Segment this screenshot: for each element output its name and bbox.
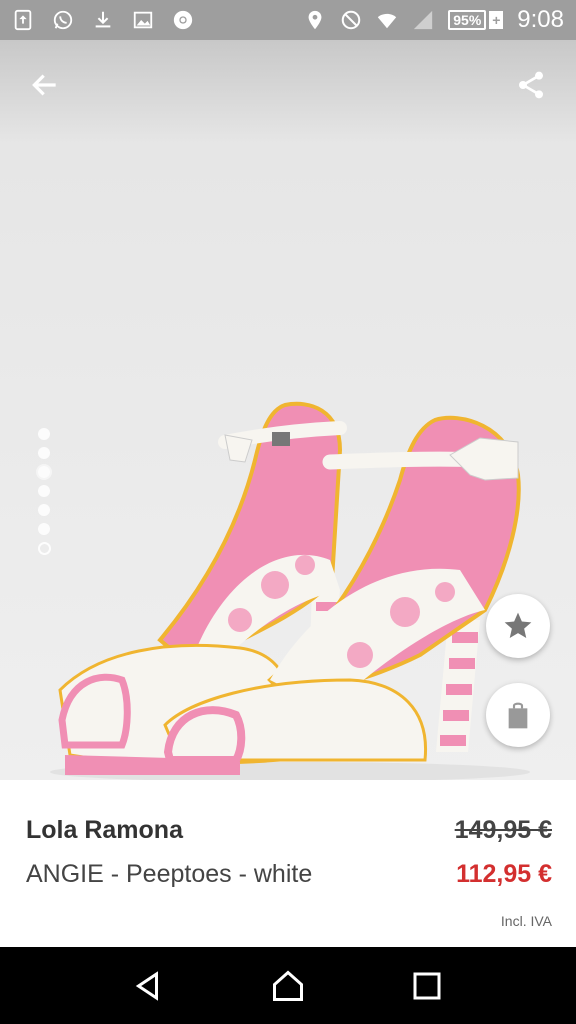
original-price: 149,95 € [454, 816, 552, 844]
pager-dot[interactable] [38, 504, 50, 516]
battery-indicator: 95% + [448, 10, 504, 30]
system-navigation-bar [0, 947, 576, 1024]
nav-back-button[interactable] [119, 956, 179, 1016]
image-pager[interactable] [38, 428, 51, 555]
product-name: ANGIE - Peeptoes - white [26, 860, 313, 888]
charging-icon: + [489, 11, 504, 29]
arrow-left-icon [32, 74, 56, 96]
wifi-icon [376, 9, 398, 31]
pager-dot-video[interactable] [38, 542, 51, 555]
notification-icons [12, 9, 194, 31]
nav-home-button[interactable] [258, 956, 318, 1016]
pager-dot[interactable] [38, 447, 50, 459]
nav-recents-button[interactable] [397, 956, 457, 1016]
shopping-bag-icon [508, 702, 528, 729]
home-icon [272, 969, 303, 1001]
location-icon [304, 9, 326, 31]
product-info-panel: Lola Ramona ANGIE - Peeptoes - white 149… [0, 780, 576, 947]
share-icon [519, 71, 543, 99]
system-icons: 95% + 9:08 [304, 6, 564, 34]
chrome-icon [172, 9, 194, 31]
wishlist-button[interactable] [486, 594, 550, 658]
no-disturb-icon [340, 9, 362, 31]
pager-dot[interactable] [38, 428, 50, 440]
signal-icon [412, 9, 434, 31]
recents-icon [413, 972, 441, 999]
pager-dot-active[interactable] [38, 466, 50, 478]
clock: 9:08 [517, 6, 564, 33]
star-icon [504, 612, 532, 638]
back-triangle-icon [136, 970, 159, 1001]
gallery-icon [132, 9, 154, 31]
product-image-gallery[interactable] [0, 40, 576, 780]
sale-price: 112,95 € [456, 860, 552, 888]
add-to-cart-button[interactable] [486, 683, 550, 747]
share-button[interactable] [508, 62, 554, 108]
battery-percent: 95% [448, 10, 487, 30]
product-image [50, 401, 530, 780]
image-toolbar [0, 40, 576, 130]
whatsapp-icon [52, 9, 74, 31]
pager-dot[interactable] [38, 485, 50, 497]
product-brand: Lola Ramona [26, 816, 183, 844]
upload-icon [12, 9, 34, 31]
download-icon [92, 9, 114, 31]
back-button[interactable] [22, 62, 68, 108]
status-bar: 95% + 9:08 [0, 0, 576, 40]
pager-dot[interactable] [38, 523, 50, 535]
tax-note: Incl. IVA [500, 913, 552, 929]
